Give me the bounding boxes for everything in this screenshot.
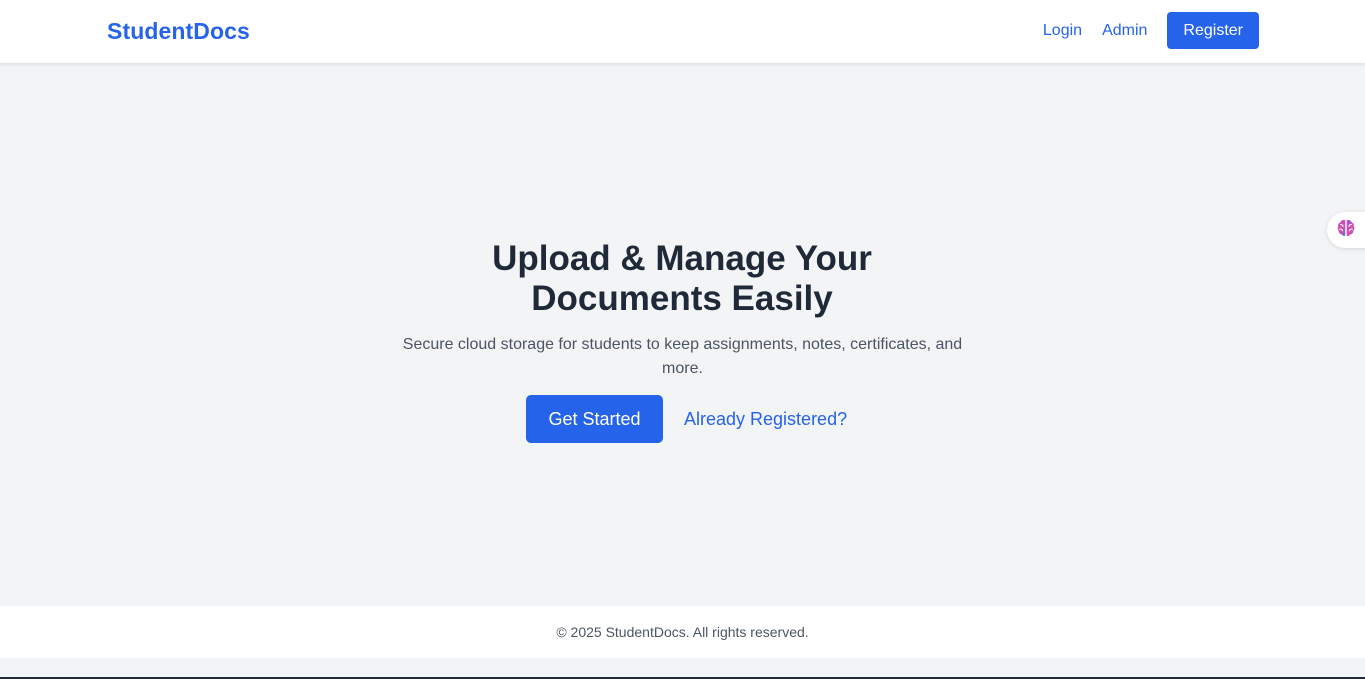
hero-subtitle-line-1: Secure cloud storage for students to kee… <box>402 336 963 353</box>
hero-subtitle-line-2: more. <box>662 360 703 377</box>
already-registered-link[interactable]: Already Registered? <box>684 409 847 430</box>
floating-assistant-button[interactable] <box>1327 212 1365 248</box>
page-footer: © 2025 StudentDocs. All rights reserved. <box>0 606 1365 658</box>
hero-section: Upload & Manage Your Documents Easily Se… <box>0 63 1365 606</box>
nav-links: Login Admin Register <box>1043 12 1259 49</box>
brain-icon <box>1336 218 1356 243</box>
hero-actions: Get Started Already Registered? <box>526 395 847 443</box>
brand-logo-text[interactable]: StudentDocs <box>107 18 250 45</box>
register-button[interactable]: Register <box>1167 12 1259 49</box>
hero-subtitle: Secure cloud storage for students to kee… <box>402 333 963 381</box>
get-started-button[interactable]: Get Started <box>526 395 663 443</box>
hero-title-line-1: Upload & Manage Your <box>492 239 872 278</box>
hero-title-line-2: Documents Easily <box>531 279 833 318</box>
hero-title: Upload & Manage Your Documents Easily <box>382 239 982 319</box>
top-navbar: StudentDocs Login Admin Register <box>0 0 1365 63</box>
nav-login-link[interactable]: Login <box>1043 22 1082 40</box>
nav-admin-link[interactable]: Admin <box>1102 22 1147 40</box>
footer-copyright: © 2025 StudentDocs. All rights reserved. <box>556 624 809 640</box>
